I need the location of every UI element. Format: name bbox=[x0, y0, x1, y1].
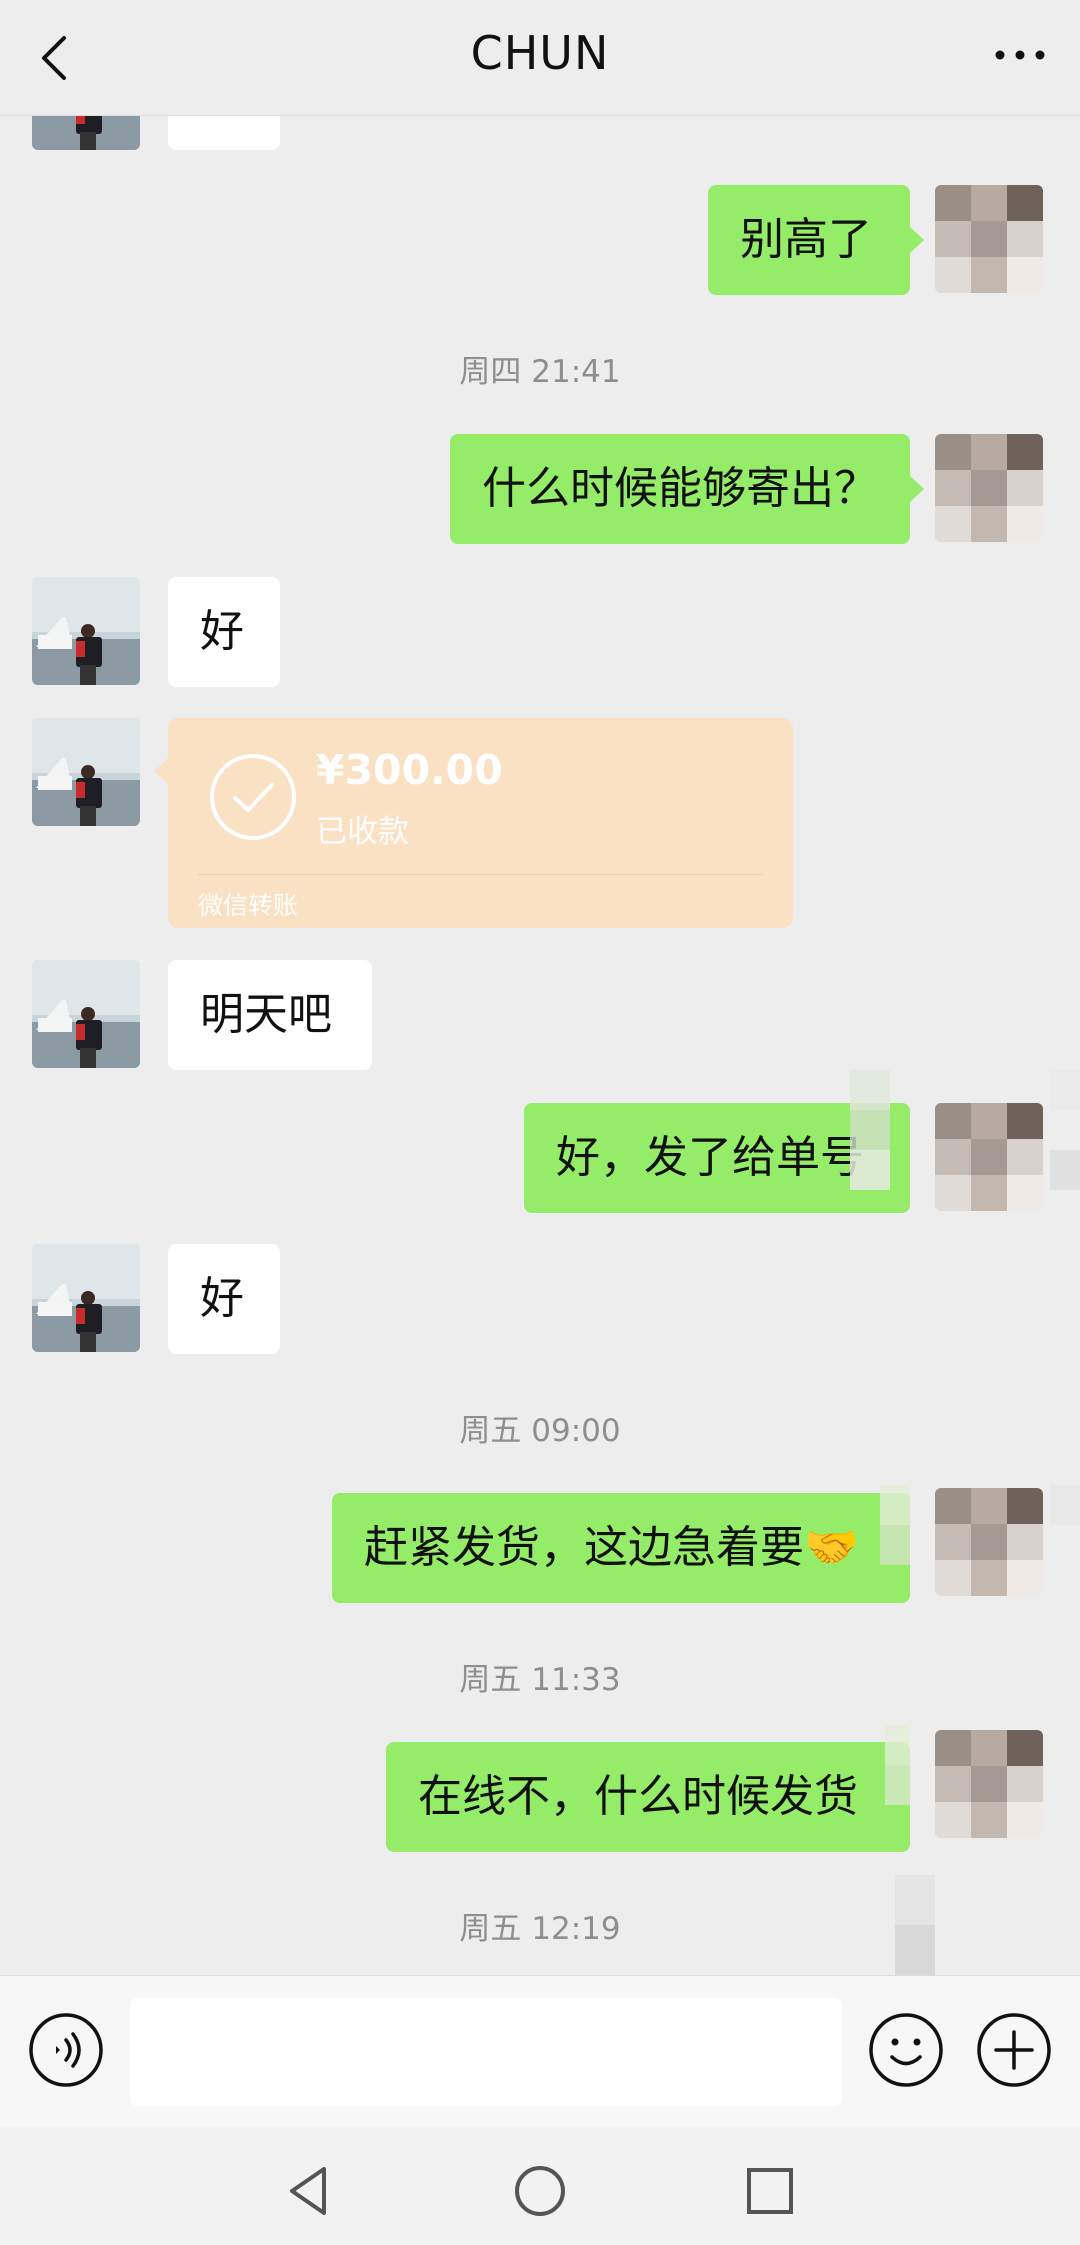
message-bubble-outgoing[interactable]: 赶紧发货，这边急着要🤝 bbox=[332, 1493, 910, 1603]
chat-area[interactable]: 别高了 周四 21:41 什么时候能够寄出？ 好 ¥300.00 已收款 微信转… bbox=[0, 0, 1080, 1975]
transfer-amount: ¥300.00 bbox=[316, 746, 503, 794]
message-bubble-outgoing[interactable]: 好，发了给单号 bbox=[524, 1103, 910, 1213]
emoji-icon[interactable] bbox=[868, 2012, 944, 2088]
self-avatar[interactable] bbox=[935, 434, 1043, 542]
nav-recents-icon[interactable] bbox=[740, 2161, 800, 2221]
timestamp: 周四 21:41 bbox=[459, 354, 621, 390]
self-avatar[interactable] bbox=[935, 1488, 1043, 1596]
chat-header: CHUN bbox=[0, 0, 1080, 116]
chat-title: CHUN bbox=[470, 26, 610, 80]
self-avatar[interactable] bbox=[935, 1730, 1043, 1838]
message-bubble-incoming[interactable]: 好 bbox=[168, 577, 280, 687]
bubble-tail bbox=[910, 227, 924, 253]
bubble-tail bbox=[910, 476, 924, 502]
checkmark-circle-icon bbox=[210, 754, 296, 840]
transfer-status: 已收款 bbox=[316, 814, 409, 850]
contact-avatar[interactable] bbox=[32, 577, 140, 685]
contact-avatar[interactable] bbox=[32, 718, 140, 826]
nav-back-icon[interactable] bbox=[280, 2161, 340, 2221]
timestamp: 周五 09:00 bbox=[459, 1413, 621, 1449]
contact-avatar[interactable] bbox=[32, 960, 140, 1068]
message-input[interactable] bbox=[130, 1998, 842, 2106]
timestamp: 周五 11:33 bbox=[459, 1662, 621, 1698]
self-avatar[interactable] bbox=[935, 185, 1043, 293]
self-avatar[interactable] bbox=[935, 1103, 1043, 1211]
message-bubble-outgoing[interactable]: 什么时候能够寄出？ bbox=[450, 434, 910, 544]
plus-icon[interactable] bbox=[976, 2012, 1052, 2088]
more-dots-icon[interactable] bbox=[990, 30, 1050, 80]
input-bar bbox=[0, 1975, 1080, 2127]
message-bubble-outgoing[interactable]: 在线不，什么时候发货 bbox=[386, 1742, 910, 1852]
message-bubble-incoming[interactable]: 明天吧 bbox=[168, 960, 372, 1070]
voice-icon[interactable] bbox=[28, 2012, 104, 2088]
contact-avatar[interactable] bbox=[32, 1244, 140, 1352]
system-navigation-bar bbox=[0, 2127, 1080, 2245]
transfer-footer: 微信转账 bbox=[198, 891, 299, 920]
timestamp: 周五 12:19 bbox=[459, 1911, 621, 1947]
message-bubble-incoming[interactable]: 好 bbox=[168, 1244, 280, 1354]
transfer-divider bbox=[198, 874, 763, 875]
nav-home-icon[interactable] bbox=[510, 2161, 570, 2221]
message-bubble-outgoing[interactable]: 别高了 bbox=[708, 185, 910, 295]
transfer-card[interactable]: ¥300.00 已收款 微信转账 bbox=[154, 718, 793, 928]
